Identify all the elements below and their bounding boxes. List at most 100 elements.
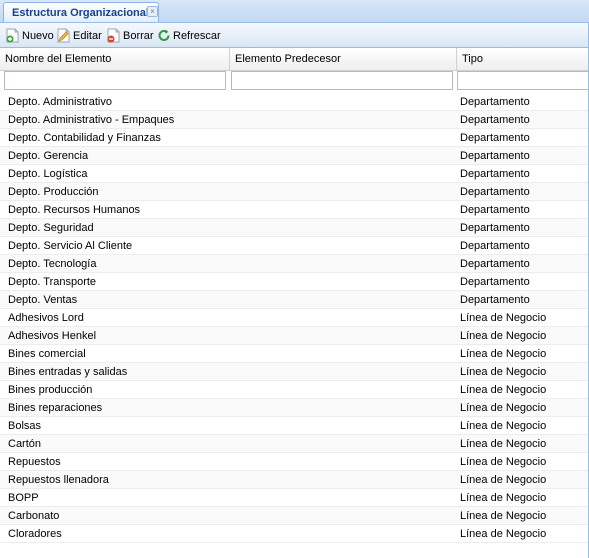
cell-nombre: Repuestos llenadora (8, 474, 109, 486)
cell-predecesor (235, 309, 450, 326)
table-row[interactable]: Adhesivos Henkel Línea de Negocio (0, 327, 589, 345)
add-document-icon (6, 28, 19, 43)
cell-predecesor (235, 111, 450, 128)
cell-nombre: Bines reparaciones (8, 402, 103, 414)
nuevo-button[interactable]: Nuevo (6, 27, 54, 44)
cell-predecesor (235, 147, 450, 164)
cell-tipo: Departamento (460, 132, 530, 144)
table-row[interactable]: Depto. Administrativo Departamento (0, 93, 589, 111)
table-row[interactable]: Depto. Producción Departamento (0, 183, 589, 201)
cell-tipo: Línea de Negocio (460, 348, 547, 360)
filter-tipo-input[interactable] (457, 71, 589, 90)
column-header-tipo[interactable]: Tipo (457, 48, 589, 70)
cell-tipo: Departamento (460, 222, 530, 234)
table-row[interactable]: BOPP Línea de Negocio (0, 489, 589, 507)
cell-tipo: Departamento (460, 150, 530, 162)
table-row[interactable]: Depto. Gerencia Departamento (0, 147, 589, 165)
cell-nombre: Cartón (8, 438, 42, 450)
column-header-nombre[interactable]: Nombre del Elemento (0, 48, 230, 70)
cell-tipo: Línea de Negocio (460, 420, 547, 432)
filter-predecesor-input[interactable] (231, 71, 453, 90)
cell-nombre: Depto. Producción (8, 186, 99, 198)
cell-predecesor (235, 201, 450, 218)
cell-predecesor (235, 399, 450, 416)
table-row[interactable]: Depto. Recursos Humanos Departamento (0, 201, 589, 219)
cell-nombre: Depto. Logística (8, 168, 88, 180)
cell-nombre: Depto. Gerencia (8, 150, 89, 162)
delete-document-icon (107, 28, 120, 43)
table-row[interactable]: Adhesivos Lord Línea de Negocio (0, 309, 589, 327)
cell-predecesor (235, 507, 450, 524)
table-row[interactable]: Bines producción Línea de Negocio (0, 381, 589, 399)
cell-nombre: Depto. Transporte (8, 276, 97, 288)
cell-tipo: Línea de Negocio (460, 312, 547, 324)
cell-nombre: Carbonato (8, 510, 60, 522)
cell-tipo: Departamento (460, 276, 530, 288)
column-header-predecesor[interactable]: Elemento Predecesor (230, 48, 457, 70)
cell-tipo: Departamento (460, 96, 530, 108)
table-row[interactable]: Cartón Línea de Negocio (0, 435, 589, 453)
cell-predecesor (235, 435, 450, 452)
cell-tipo: Línea de Negocio (460, 384, 547, 396)
cell-nombre: Depto. Servicio Al Cliente (8, 240, 133, 252)
cell-predecesor (235, 471, 450, 488)
cell-nombre: Cloradores (8, 528, 62, 540)
cell-tipo: Línea de Negocio (460, 510, 547, 522)
cell-nombre: Depto. Tecnología (8, 258, 97, 270)
cell-nombre: Repuestos (8, 456, 61, 468)
cell-nombre: Adhesivos Henkel (8, 330, 97, 342)
table-row[interactable]: Depto. Logística Departamento (0, 165, 589, 183)
table-row[interactable]: Depto. Administrativo - Empaques Departam… (0, 111, 589, 129)
cell-tipo: Línea de Negocio (460, 366, 547, 378)
table-row[interactable]: Cloradores Línea de Negocio (0, 525, 589, 543)
table-row[interactable]: Depto. Contabilidad y Finanzas Departamen… (0, 129, 589, 147)
cell-nombre: Depto. Contabilidad y Finanzas (8, 132, 161, 144)
table-row[interactable]: Repuestos Línea de Negocio (0, 453, 589, 471)
table-row[interactable]: Bolsas Línea de Negocio (0, 417, 589, 435)
cell-predecesor (235, 327, 450, 344)
cell-nombre: Depto. Administrativo (8, 96, 112, 108)
table-row[interactable]: Depto. Seguridad Departamento (0, 219, 589, 237)
cell-predecesor (235, 219, 450, 236)
cell-tipo: Departamento (460, 294, 530, 306)
table-row[interactable]: Depto. Tecnología Departamento (0, 255, 589, 273)
borrar-button[interactable]: Borrar (107, 27, 154, 44)
cell-tipo: Línea de Negocio (460, 474, 547, 486)
cell-tipo: Departamento (460, 204, 530, 216)
borrar-label: Borrar (123, 29, 154, 42)
cell-predecesor (235, 255, 450, 272)
cell-tipo: Línea de Negocio (460, 456, 547, 468)
cell-nombre: Depto. Ventas (8, 294, 78, 306)
table-row[interactable]: Bines entradas y salidas Línea de Negocio (0, 363, 589, 381)
filter-nombre-input[interactable] (4, 71, 226, 90)
table-row[interactable]: Bines comercial Línea de Negocio (0, 345, 589, 363)
cell-predecesor (235, 453, 450, 470)
cell-tipo: Línea de Negocio (460, 438, 547, 450)
toolbar: Nuevo Editar Borrar Refrescar (0, 23, 589, 48)
cell-predecesor (235, 183, 450, 200)
cell-nombre: Bolsas (8, 420, 42, 432)
cell-nombre: BOPP (8, 492, 39, 504)
table-row[interactable]: Repuestos llenadora Línea de Negocio (0, 471, 589, 489)
refrescar-button[interactable]: Refrescar (157, 27, 221, 44)
tab-estructura-organizacional[interactable]: Estructura Organizacional × (3, 2, 159, 22)
cell-predecesor (235, 273, 450, 290)
table-row[interactable]: Carbonato Línea de Negocio (0, 507, 589, 525)
table-row[interactable]: Depto. Servicio Al Cliente Departamento (0, 237, 589, 255)
table-row[interactable]: Depto. Transporte Departamento (0, 273, 589, 291)
refrescar-label: Refrescar (173, 29, 221, 42)
cell-predecesor (235, 93, 450, 110)
editar-button[interactable]: Editar (57, 27, 102, 44)
cell-nombre: Bines entradas y salidas (8, 366, 128, 378)
cell-nombre: Bines comercial (8, 348, 86, 360)
cell-tipo: Departamento (460, 168, 530, 180)
cell-tipo: Línea de Negocio (460, 330, 547, 342)
tab-strip: Estructura Organizacional × (0, 0, 589, 23)
close-icon[interactable]: × (147, 6, 158, 17)
cell-tipo: Departamento (460, 240, 530, 252)
editar-label: Editar (73, 29, 102, 42)
table-row[interactable]: Depto. Ventas Departamento (0, 291, 589, 309)
grid-header: Nombre del Elemento Elemento Predecesor … (0, 48, 589, 71)
cell-predecesor (235, 417, 450, 434)
table-row[interactable]: Bines reparaciones Línea de Negocio (0, 399, 589, 417)
